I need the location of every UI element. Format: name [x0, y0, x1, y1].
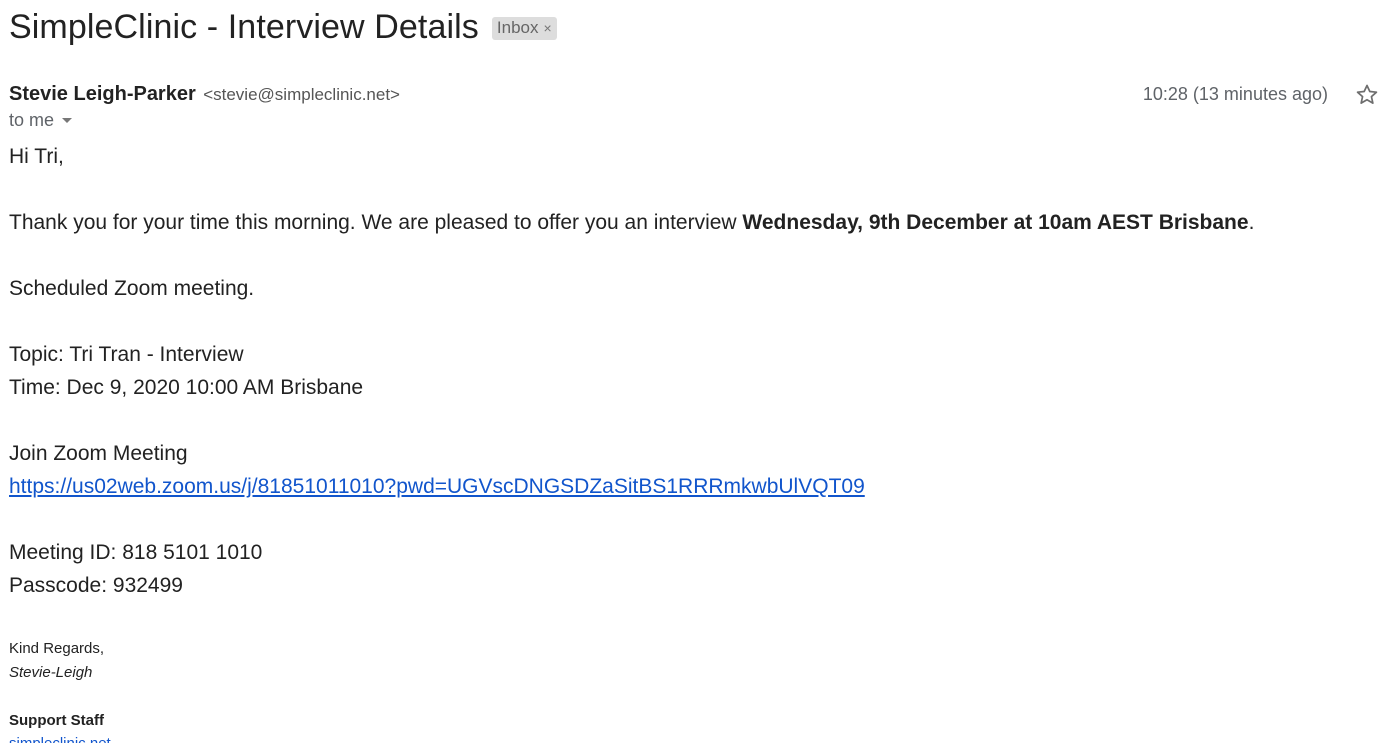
- scheduled-zoom-text: Scheduled Zoom meeting.: [9, 277, 255, 300]
- signature-role: Support Staff: [9, 712, 104, 729]
- subject-header: SimpleClinic - Interview Details Inbox ×: [9, 8, 557, 47]
- meeting-time: Time: Dec 9, 2020 10:00 AM Brisbane: [9, 376, 364, 399]
- email-subject: SimpleClinic - Interview Details: [9, 8, 479, 46]
- thank-you-paragraph: Thank you for your time this morning. We…: [9, 211, 1254, 235]
- inbox-label-text: Inbox: [496, 18, 539, 37]
- interview-datetime: Wednesday, 9th December at 10am AEST Bri…: [742, 211, 1249, 234]
- star-icon[interactable]: [1354, 82, 1380, 108]
- zoom-link-row: https://us02web.zoom.us/j/81851011010?pw…: [9, 475, 865, 499]
- inbox-label-chip[interactable]: Inbox ×: [491, 17, 557, 40]
- signature-website-link[interactable]: simpleclinic.net: [9, 735, 111, 743]
- thanks-text: Thank you for your time this morning. We…: [9, 211, 743, 234]
- signature-name: Stevie-Leigh: [9, 664, 93, 681]
- sender-email: <stevie@simpleclinic.net>: [203, 85, 400, 104]
- email-timestamp: 10:28 (13 minutes ago): [1142, 84, 1328, 104]
- remove-label-icon[interactable]: ×: [543, 20, 551, 36]
- sender-name[interactable]: Stevie Leigh-Parker: [9, 83, 196, 105]
- chevron-down-icon: [62, 118, 73, 123]
- zoom-meeting-link[interactable]: https://us02web.zoom.us/j/81851011010?pw…: [9, 475, 865, 498]
- recipient-dropdown[interactable]: to me: [9, 110, 73, 131]
- meeting-topic: Topic: Tri Tran - Interview: [9, 343, 244, 366]
- signature-regards: Kind Regards,: [9, 640, 105, 657]
- meeting-passcode: Passcode: 932499: [9, 574, 183, 597]
- meeting-id: Meeting ID: 818 5101 1010: [9, 541, 263, 564]
- thanks-suffix: .: [1248, 211, 1255, 234]
- sender-info: Stevie Leigh-Parker <stevie@simpleclinic…: [9, 83, 400, 106]
- to-me-label: to me: [9, 110, 55, 130]
- greeting: Hi Tri,: [9, 145, 64, 168]
- signature-website-row: simpleclinic.net: [9, 735, 111, 743]
- join-zoom-text: Join Zoom Meeting: [9, 442, 188, 465]
